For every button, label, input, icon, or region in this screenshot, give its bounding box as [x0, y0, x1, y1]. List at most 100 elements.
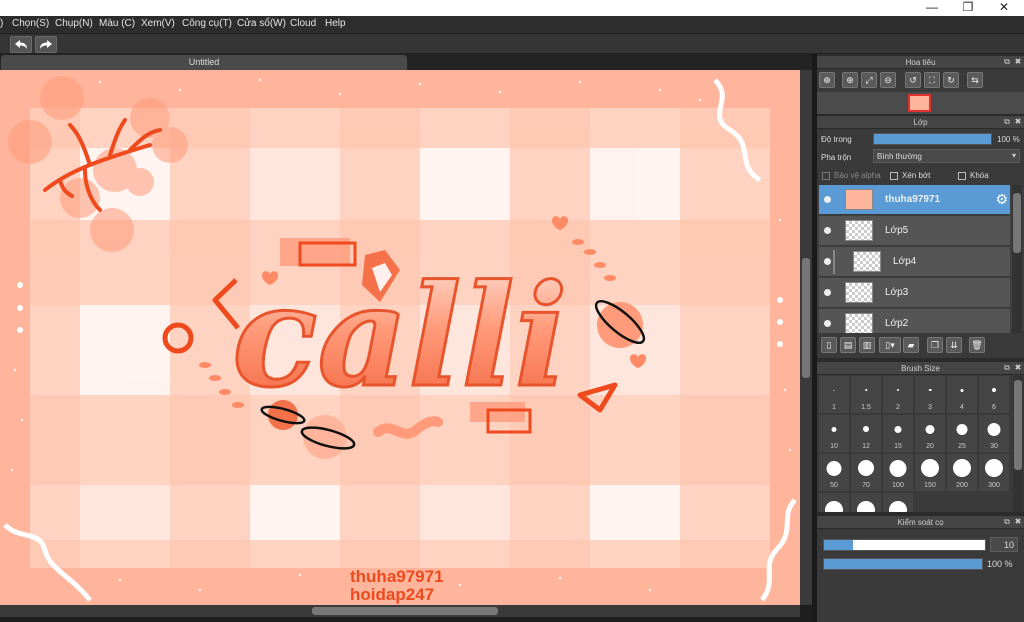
rotate-right-icon[interactable]: ↻	[943, 72, 959, 88]
tab-untitled[interactable]: Untitled	[1, 55, 407, 70]
layer-row[interactable]: Lớp4	[819, 247, 1010, 277]
visibility-icon[interactable]	[824, 227, 831, 234]
menu-item-select[interactable]: Chọn(S)	[12, 18, 49, 29]
menu-bar: ) Chọn(S) Chụp(N) Màu (C) Xem(V) Công cụ…	[0, 16, 1024, 33]
brush-size-cell[interactable]: 70	[851, 454, 881, 491]
brush-size-cell[interactable]: 20	[915, 415, 945, 452]
brush-grid-scrollbar[interactable]	[1013, 376, 1023, 512]
rotate-left-icon[interactable]: ↺	[905, 72, 921, 88]
brush-size-cell[interactable]: 3	[915, 376, 945, 413]
new-halftone-layer-icon[interactable]: ▤	[840, 337, 856, 353]
new-raster-layer-icon[interactable]: ▥	[859, 337, 875, 353]
layer-list-scroll-thumb[interactable]	[1013, 193, 1021, 253]
brush-size-cell[interactable]	[883, 493, 913, 512]
close-button[interactable]: ✕	[986, 0, 1022, 16]
flip-icon[interactable]: ⇆	[967, 72, 983, 88]
brush-size-cell[interactable]: 1	[819, 376, 849, 413]
brush-size-slider[interactable]	[823, 539, 986, 551]
new-layer-icon[interactable]: ▯	[821, 337, 837, 353]
zoom-in-icon[interactable]: ⊕	[819, 72, 835, 88]
visibility-icon[interactable]	[824, 289, 831, 296]
blend-mode-select[interactable]: Bình thường ▾	[873, 149, 1020, 163]
brush-size-label: 100	[892, 482, 904, 489]
redo-button[interactable]	[35, 36, 57, 53]
brush-size-cell[interactable]: 50	[819, 454, 849, 491]
brush-size-cell[interactable]: 300	[979, 454, 1009, 491]
folder-icon[interactable]: ▰	[903, 337, 919, 353]
brush-size-cell[interactable]: 10	[819, 415, 849, 452]
brush-preview-dot	[889, 501, 907, 512]
brush-size-cell[interactable]: 4	[947, 376, 977, 413]
visibility-icon[interactable]	[824, 258, 831, 265]
undock-icon[interactable]: ⧉	[1002, 117, 1012, 127]
clipping-checkbox[interactable]	[890, 172, 898, 180]
merge-layer-icon[interactable]: ⇊	[946, 337, 962, 353]
brush-size-cell[interactable]: 30	[979, 415, 1009, 452]
vertical-scrollbar[interactable]	[800, 70, 812, 605]
actual-size-icon[interactable]: ⛶	[924, 72, 940, 88]
undock-icon[interactable]: ⧉	[1002, 517, 1012, 527]
layer-opacity-slider[interactable]	[873, 133, 992, 145]
canvas-area[interactable]: calli thuha97971 hoidap247	[0, 70, 812, 622]
visibility-icon[interactable]	[824, 196, 831, 203]
menu-item-view[interactable]: Xem(V)	[141, 18, 175, 29]
minimize-button[interactable]: —	[914, 0, 950, 16]
brush-size-cell[interactable]: 6	[979, 376, 1009, 413]
undock-icon[interactable]: ⧉	[1002, 57, 1012, 67]
horizontal-scroll-thumb[interactable]	[312, 607, 498, 615]
brush-size-grid[interactable]: 1 1.5 2 3 4 6 10 12 15 20 25 30 50 70 100 150 200 300	[817, 376, 1012, 512]
layer-row[interactable]: thuha97971 ⚙	[819, 185, 1010, 215]
close-panel-icon[interactable]: ✖	[1013, 117, 1023, 127]
brush-preview-dot	[921, 459, 939, 477]
navigator-preview[interactable]	[817, 92, 1024, 114]
close-panel-icon[interactable]: ✖	[1013, 57, 1023, 67]
menu-item-cloud[interactable]: Cloud	[290, 18, 316, 29]
undock-icon[interactable]: ⧉	[1002, 363, 1012, 373]
gear-icon[interactable]: ⚙	[995, 191, 1008, 208]
brush-size-label: 2	[896, 404, 900, 411]
duplicate-layer-icon[interactable]: ❐	[927, 337, 943, 353]
menu-item-color[interactable]: Màu (C)	[99, 18, 135, 29]
brush-size-cell[interactable]: 200	[947, 454, 977, 491]
brush-size-cell[interactable]: 1.5	[851, 376, 881, 413]
brush-size-cell[interactable]: 15	[883, 415, 913, 452]
add-layer-menu-icon[interactable]: ▯▾	[879, 337, 901, 353]
brush-size-cell[interactable]: 25	[947, 415, 977, 452]
menu-item-partial[interactable]: )	[0, 18, 3, 29]
layer-row[interactable]: Lớp2	[819, 309, 1010, 333]
menu-item-window[interactable]: Cửa sổ(W)	[237, 18, 286, 29]
layer-row[interactable]: Lớp5	[819, 216, 1010, 246]
protect-alpha-checkbox[interactable]	[822, 172, 830, 180]
brush-opacity-slider[interactable]	[823, 558, 983, 570]
layer-row[interactable]: Lớp3	[819, 278, 1010, 308]
brush-size-cell[interactable]: 150	[915, 454, 945, 491]
lock-checkbox[interactable]	[958, 172, 966, 180]
brush-size-label: 70	[862, 482, 870, 489]
protect-alpha-label: Bảo vệ alpha	[834, 171, 881, 180]
brush-size-value-box[interactable]: 10	[990, 537, 1018, 552]
undo-button[interactable]	[10, 36, 32, 53]
artwork-canvas[interactable]: calli thuha97971 hoidap247	[0, 70, 800, 605]
menu-item-help[interactable]: Help	[325, 18, 346, 29]
menu-item-capture[interactable]: Chụp(N)	[55, 18, 93, 29]
maximize-button[interactable]: ❐	[950, 0, 986, 16]
close-panel-icon[interactable]: ✖	[1013, 363, 1023, 373]
fit-icon[interactable]: ⤢	[861, 72, 877, 88]
brush-size-cell[interactable]: 12	[851, 415, 881, 452]
layer-list[interactable]: thuha97971 ⚙ Lớp5 Lớp4 Lớp3 Lớp2	[817, 185, 1024, 333]
visibility-icon[interactable]	[824, 320, 831, 327]
zoom-out-icon[interactable]: ⊖	[880, 72, 896, 88]
brush-grid-scroll-thumb[interactable]	[1014, 380, 1022, 470]
brush-size-cell[interactable]: 100	[883, 454, 913, 491]
vertical-scroll-thumb[interactable]	[802, 258, 810, 378]
brush-size-cell[interactable]	[851, 493, 881, 512]
horizontal-scrollbar[interactable]	[0, 605, 800, 617]
menu-item-tools[interactable]: Công cụ(T)	[182, 18, 232, 29]
brush-size-cell[interactable]: 2	[883, 376, 913, 413]
brush-size-cell[interactable]	[819, 493, 849, 512]
zoom-in-plus-icon[interactable]: ⊕	[842, 72, 858, 88]
layer-name: Lớp3	[885, 287, 909, 298]
layer-list-scrollbar[interactable]	[1012, 185, 1022, 333]
close-panel-icon[interactable]: ✖	[1013, 517, 1023, 527]
trash-icon[interactable]: 🗑	[969, 337, 985, 353]
